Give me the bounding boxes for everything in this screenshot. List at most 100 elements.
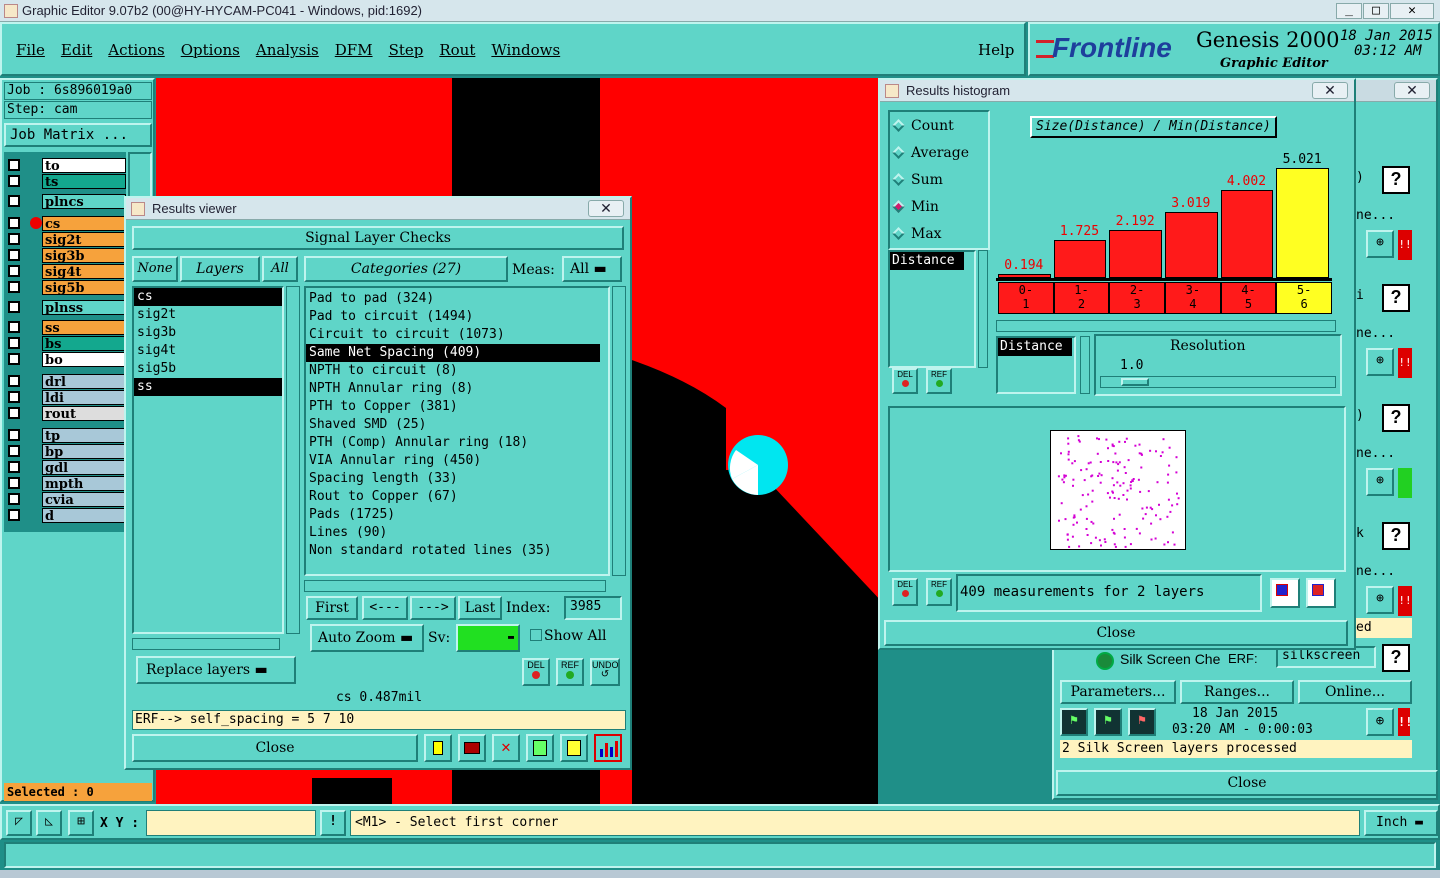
range-cell[interactable]: 5- 6 [1277,283,1331,313]
layer-name[interactable]: sig2t [42,232,126,248]
minimize-button[interactable]: _ [1336,3,1362,19]
zoom-icon[interactable]: ⊕ [1366,230,1394,258]
layer-name[interactable]: cs [42,216,126,232]
range-cell[interactable]: 4- 5 [1221,283,1276,313]
layer-name[interactable]: mpth [42,476,126,492]
layer-checkbox[interactable] [8,337,20,349]
severity-color-dropdown[interactable]: ▬ [456,624,520,652]
layer-name[interactable]: sig4t [42,264,126,280]
histogram-bar[interactable] [1165,212,1218,278]
grid-mode-icon[interactable]: ⊞ [68,810,94,836]
menu-dfm[interactable]: DFM [335,41,373,59]
categories-button[interactable]: Categories (27) [304,256,508,282]
layer-row-sig4t[interactable]: sig4t [4,264,126,280]
undo-button[interactable]: UNDO ↺ [590,658,620,686]
histogram-bar[interactable] [1220,190,1274,278]
layer-row-cvia[interactable]: cvia [4,492,126,508]
layer-name[interactable]: to [42,158,126,174]
layer-checkbox[interactable] [8,477,20,489]
category-item[interactable]: Pad to circuit (1494) [306,308,600,326]
preview-ref-button[interactable]: REF [926,578,952,606]
zoom-icon[interactable]: ⊕ [1366,348,1394,376]
layer-name[interactable]: cvia [42,492,126,508]
category-list-hscroll[interactable] [304,580,606,592]
category-list-scrollbar[interactable] [612,286,626,576]
all-layers-button[interactable]: All [262,256,298,282]
layer-row-ldi[interactable]: ldi [4,390,126,406]
layer-row-gdl[interactable]: gdl [4,460,126,476]
layer-row-ts[interactable]: ts [4,174,126,190]
results-viewer-close-button[interactable]: Close [132,734,418,762]
checklist-close-button[interactable]: Close [1056,770,1438,796]
preview-del-button[interactable]: DEL [892,578,918,606]
help-icon[interactable]: ? [1382,522,1410,550]
layer-name[interactable]: tp [42,428,126,444]
histogram-ref-button[interactable]: REF [926,368,952,394]
layer-checkbox[interactable] [8,321,20,333]
layer-name[interactable]: ts [42,174,126,190]
run-all-icon[interactable]: ⚑ [1094,708,1122,736]
layer-checkbox[interactable] [8,429,20,441]
category-item[interactable]: Pads (1725) [306,506,600,524]
layer-name[interactable]: plnss [42,300,126,316]
menu-analysis[interactable]: Analysis [256,41,319,59]
option-sum[interactable]: Sum [892,172,943,188]
layer-row-mpth[interactable]: mpth [4,476,126,492]
report-icon[interactable] [560,734,588,762]
layer-checkbox[interactable] [8,281,20,293]
histogram-bar[interactable] [1053,239,1107,278]
del-button[interactable]: DEL [522,658,550,686]
layer-row-bo[interactable]: bo [4,352,126,368]
menu-actions[interactable]: Actions [108,41,164,59]
menu-windows[interactable]: Windows [491,41,560,59]
highlight-icon[interactable] [458,734,486,762]
run-check-icon[interactable]: ⚑ [1060,708,1088,736]
layer-name[interactable]: sig5b [42,280,126,296]
histogram-hscroll[interactable] [996,320,1336,332]
help-icon[interactable]: ? [1382,404,1410,432]
menu-step[interactable]: Step [389,41,424,59]
auto-zoom-dropdown[interactable]: Auto Zoom ▬ [310,624,424,652]
layer-row-tp[interactable]: tp [4,428,126,444]
category-item[interactable]: Same Net Spacing (409) [306,344,600,362]
units-dropdown[interactable]: Inch ▬ [1364,810,1438,836]
results-viewer-close-icon[interactable]: ✕ [588,200,624,217]
layer-checkbox[interactable] [8,493,20,505]
zoom-icon[interactable]: ⊕ [1366,708,1394,736]
layer-checkbox[interactable] [8,407,20,419]
layer-checkbox[interactable] [8,249,20,261]
last-button[interactable]: Last [458,596,502,620]
result-layer-item[interactable]: ss [134,378,282,396]
category-item[interactable]: Shaved SMD (25) [306,416,600,434]
option-max[interactable]: Max [892,226,942,242]
layer-name[interactable]: drl [42,374,126,390]
layer-row-ss[interactable]: ss [4,320,126,336]
result-layer-item[interactable]: cs [134,288,282,306]
layer-row-drl[interactable]: drl [4,374,126,390]
category-item[interactable]: NPTH Annular ring (8) [306,380,600,398]
maximize-button[interactable]: □ [1363,3,1389,19]
layer-row-sig3b[interactable]: sig3b [4,248,126,264]
layer-name[interactable]: ss [42,320,126,336]
option-average[interactable]: Average [892,145,969,161]
range-cell[interactable]: 3- 4 [1166,283,1220,313]
menu-edit[interactable]: Edit [61,41,92,59]
zoom-icon[interactable]: ⊕ [1366,586,1394,614]
result-layer-item[interactable]: sig4t [134,342,282,360]
layer-name[interactable]: ldi [42,390,126,406]
layer-color-icon[interactable] [424,734,452,762]
alert-toggle-icon[interactable]: ! [320,810,346,836]
result-layer-item[interactable]: sig5b [134,360,282,378]
ref-delete-icon[interactable]: ✕ [492,734,520,762]
none-button[interactable]: None [132,256,178,282]
close-window-button[interactable]: ✕ [1390,3,1434,19]
range-cell[interactable]: 2- 3 [1110,283,1164,313]
layer-row-cs[interactable]: cs [4,216,126,232]
layer-row-d[interactable]: d [4,508,126,524]
layer-checkbox[interactable] [8,375,20,387]
menu-options[interactable]: Options [181,41,240,59]
replace-layers-dropdown[interactable]: Replace layers ▬ [136,656,296,684]
layer-name[interactable]: plncs [42,194,126,210]
layer-name[interactable]: d [42,508,126,524]
layer-checkbox[interactable] [8,233,20,245]
